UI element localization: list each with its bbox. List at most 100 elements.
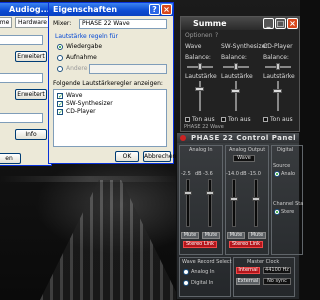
channel-wave-name: Wave [185, 43, 202, 50]
sw-synth-checkbox[interactable]: ✓ [57, 101, 63, 108]
master-clock-label: Master Clock [247, 259, 280, 265]
channel-list-label: Folgende Lautstärkeregler anzeigen: [53, 80, 163, 87]
channel-status-radio[interactable] [274, 209, 280, 215]
balance-label-3: Balance: [263, 54, 289, 61]
digital-source-option: Analo [281, 171, 296, 177]
cd-player-checkbox[interactable]: ✓ [57, 109, 63, 116]
analog-out-mute-right[interactable]: Mute [248, 232, 266, 239]
minimize-icon[interactable]: _ [263, 18, 274, 29]
channel-status-option: Stere [281, 209, 295, 215]
analog-in-left-meter [186, 179, 190, 227]
cd-player-balance-slider[interactable] [276, 63, 280, 70]
analog-in-stereo-link[interactable]: Stereo Link [183, 241, 217, 248]
sw-synth-mute-checkbox[interactable] [221, 117, 226, 122]
clock-internal-button[interactable]: Internal [236, 267, 260, 274]
mixer-window: Summe _ □ × Optionen ? Wave Balance: Lau… [180, 16, 300, 132]
record-digital-radio[interactable] [183, 280, 189, 286]
clock-external-button[interactable]: External [236, 278, 260, 285]
properties-titlebar[interactable]: Eigenschaften ? × [49, 3, 173, 16]
analog-out-unit: dB [240, 171, 247, 177]
wallpaper-horizon [0, 176, 180, 182]
cd-player-volume-slider[interactable] [273, 89, 282, 93]
analog-in-left-fader[interactable] [184, 191, 192, 195]
digital-source-label: Source [273, 163, 291, 169]
analog-out-left-meter [232, 179, 236, 227]
menu-help[interactable]: ? [215, 32, 218, 39]
recording-radio[interactable] [57, 55, 63, 61]
channel-sw-synth-label: SW-Synthesizer [66, 100, 113, 107]
analog-out-right-fader[interactable] [252, 197, 260, 201]
analog-in-right-fader[interactable] [206, 191, 214, 195]
recording-device-select[interactable] [0, 73, 43, 83]
volume-label-2: Lautstärke [221, 73, 253, 80]
playback-radio[interactable] [57, 44, 63, 50]
cd-player-mute-label: Ton aus [270, 116, 293, 123]
ok-button[interactable]: OK [115, 151, 139, 162]
analog-out-mute-left[interactable]: Mute [227, 232, 245, 239]
cancel-button[interactable]: Abbrechen [143, 151, 176, 162]
tab-volume[interactable]: nme [0, 17, 13, 28]
analog-in-label: Analog In [189, 147, 213, 153]
analog-in-left-value: -2.5 [181, 171, 191, 177]
audio-properties-window: Audiog... nme Hardware Erweitert Erweite… [0, 2, 52, 166]
analog-in-mute-right[interactable]: Mute [202, 232, 220, 239]
other-select [89, 64, 167, 74]
sw-synth-volume-track [235, 81, 237, 111]
digital-label: Digital [277, 147, 294, 153]
properties-window: Eigenschaften ? × Mixer: PHASE 22 Wave L… [48, 2, 176, 164]
channel-cd-player-label: CD-Player [66, 108, 96, 115]
balance-label-2: Balance: [221, 54, 247, 61]
mixer-select[interactable]: PHASE 22 Wave [79, 19, 167, 29]
channel-status-label: Channel Sta [273, 201, 304, 207]
digital-source-radio[interactable] [274, 171, 280, 177]
phase22-control-panel: PHASE 22 Control Panel Analog In -2.5 dB… [176, 132, 304, 300]
wave-balance-slider[interactable] [198, 63, 202, 70]
channel-list: ✓ Wave ✓ SW-Synthesizer ✓ CD-Player [53, 89, 167, 147]
volume-control-label: Lautstärke regeln für [55, 33, 118, 40]
playback-device-select[interactable] [0, 35, 43, 45]
analog-in-mute-left[interactable]: Mute [181, 232, 199, 239]
balance-label: Balance: [185, 54, 211, 61]
analog-out-left-fader[interactable] [230, 197, 238, 201]
wave-checkbox[interactable]: ✓ [57, 93, 63, 100]
cd-player-mute-checkbox[interactable] [263, 117, 268, 122]
advanced-button-2[interactable]: Erweitert [15, 89, 47, 100]
analog-in-right-value: -3.6 [203, 171, 213, 177]
info-button[interactable]: Info [15, 129, 47, 140]
advanced-button-1[interactable]: Erweitert [15, 51, 47, 62]
analog-out-source-select[interactable]: Wave [233, 155, 255, 162]
wave-record-label: Wave Record Select [182, 259, 232, 265]
sw-synth-volume-slider[interactable] [231, 89, 240, 93]
mixer-titlebar[interactable]: Summe _ □ × [181, 17, 299, 30]
audio-window-titlebar[interactable]: Audiog... [0, 3, 51, 16]
wave-volume-slider[interactable] [195, 87, 204, 91]
audio-window-bottom-button[interactable]: en [0, 153, 21, 164]
analog-out-right-value: -15.0 [248, 171, 261, 177]
analog-out-stereo-link[interactable]: Stereo Link [229, 241, 263, 248]
record-analog-radio[interactable] [183, 269, 189, 275]
record-digital-label: Digital In [191, 280, 214, 286]
wave-volume-track [199, 81, 201, 111]
analog-out-left-value: -14.0 [226, 171, 239, 177]
close-icon[interactable]: × [161, 4, 172, 15]
help-icon[interactable]: ? [149, 4, 160, 15]
other-radio[interactable] [57, 66, 63, 72]
volume-label-3: Lautstärke [263, 73, 295, 80]
maximize-icon[interactable]: □ [275, 18, 286, 29]
digital-group [271, 145, 303, 255]
clock-rate-select[interactable]: 44100 Hz [263, 267, 291, 274]
midi-device-select[interactable] [0, 113, 43, 123]
sw-synth-balance-slider[interactable] [234, 63, 238, 70]
audio-window-title: Audiog... [9, 5, 50, 14]
menu-options[interactable]: Optionen [185, 32, 213, 39]
wave-mute-checkbox[interactable] [185, 117, 190, 122]
tab-hardware[interactable]: Hardware [15, 17, 50, 28]
control-panel-title[interactable]: PHASE 22 Control Panel [177, 133, 299, 143]
mixer-close-icon[interactable]: × [287, 18, 298, 29]
mixer-title: Summe [193, 19, 227, 28]
mixer-label: Mixer: [53, 20, 72, 27]
analog-in-unit: dB [195, 171, 202, 177]
analog-out-right-meter [254, 179, 258, 227]
properties-title: Eigenschaften [53, 5, 118, 14]
other-label: Andere [66, 65, 88, 72]
